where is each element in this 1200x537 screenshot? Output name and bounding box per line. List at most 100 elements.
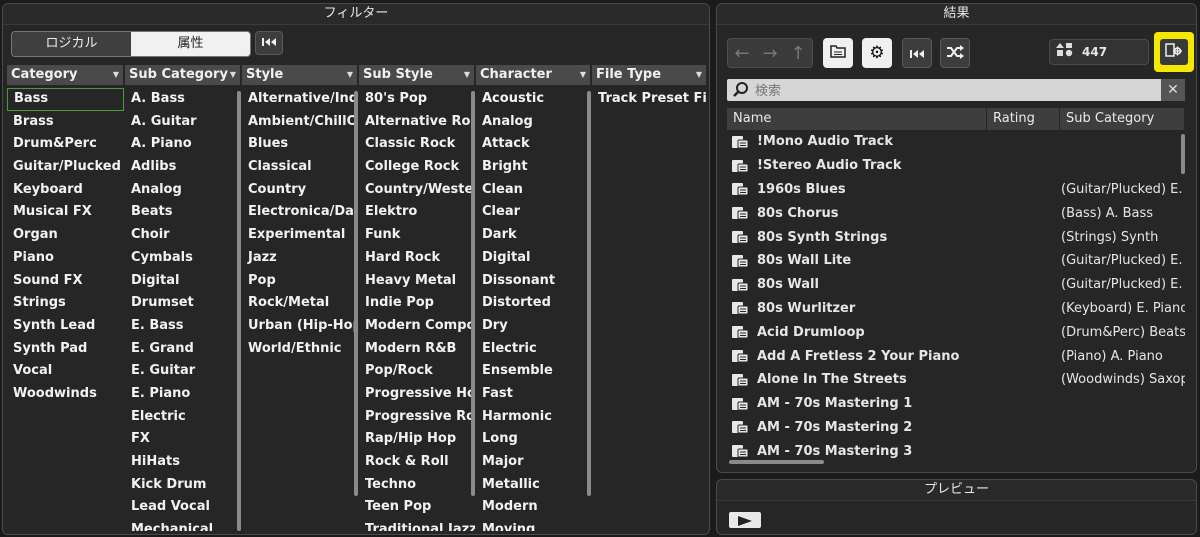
results-horizontal-scrollbar[interactable] (729, 460, 824, 464)
filter-column-header[interactable]: Sub Style ▼ (359, 65, 475, 85)
filter-item[interactable]: E. Guitar (125, 360, 241, 383)
filter-item[interactable]: Long (476, 428, 591, 451)
filter-item[interactable]: Country (242, 179, 358, 202)
filter-item[interactable]: Keyboard (7, 179, 124, 202)
filter-item[interactable]: Modern (476, 496, 591, 519)
filter-item[interactable]: Pop (242, 270, 358, 293)
table-row[interactable]: 80s Synth Strings (Strings) Synth (727, 225, 1185, 249)
filter-item[interactable]: Experimental (242, 224, 358, 247)
filter-item[interactable]: Strings (7, 292, 124, 315)
filter-item[interactable]: Alternative/Indie (242, 88, 358, 111)
filter-item[interactable]: Adlibs (125, 156, 241, 179)
table-row[interactable]: 80s Chorus (Bass) A. Bass (727, 201, 1185, 225)
table-row[interactable]: !Mono Audio Track (727, 130, 1185, 154)
forward-arrow-icon[interactable]: → (756, 43, 784, 64)
filter-item[interactable]: Lead Vocal (125, 496, 241, 519)
filter-item[interactable]: Jazz (242, 247, 358, 270)
filter-item[interactable]: Digital (125, 270, 241, 293)
table-row[interactable]: 80s Wurlitzer (Keyboard) E. Piano (727, 297, 1185, 321)
table-row[interactable]: 1960s Blues (Guitar/Plucked) E. Guitar (727, 178, 1185, 202)
filter-column-scrollbar[interactable] (237, 91, 241, 531)
table-row[interactable]: 80s Wall Lite (Guitar/Plucked) E. Guitar (727, 249, 1185, 273)
filter-item[interactable]: Guitar/Plucked (7, 156, 124, 179)
filter-item[interactable]: Modern R&B (359, 338, 475, 361)
table-row[interactable]: 80s Wall (Guitar/Plucked) E. Guitar (727, 273, 1185, 297)
filter-item[interactable]: Bright (476, 156, 591, 179)
table-row[interactable]: AM - 70s Mastering 2 (727, 416, 1185, 440)
table-row[interactable]: Alone In The Streets (Woodwinds) Saxophon… (727, 368, 1185, 392)
results-vertical-scrollbar[interactable] (1181, 134, 1185, 174)
search-input[interactable] (753, 80, 1157, 102)
filter-item[interactable]: Progressive House (359, 383, 475, 406)
filter-item[interactable]: Blues (242, 133, 358, 156)
filter-item[interactable]: Electric (125, 406, 241, 429)
filter-item[interactable]: Analog (125, 179, 241, 202)
filter-item[interactable]: Track Preset File (592, 88, 707, 111)
filter-item[interactable]: Dark (476, 224, 591, 247)
dropdown-arrow-icon[interactable]: ▼ (230, 65, 236, 85)
filter-item[interactable]: Country/Western (359, 179, 475, 202)
up-arrow-icon[interactable]: ↑ (784, 43, 812, 64)
filter-item[interactable]: Synth Pad (7, 338, 124, 361)
filter-column-scrollbar[interactable] (587, 91, 591, 496)
filter-item[interactable]: Clean (476, 179, 591, 202)
filter-column-header[interactable]: Sub Category ▼ (125, 65, 241, 85)
column-settings-button[interactable] (1160, 39, 1188, 65)
filter-item[interactable]: Pop/Rock (359, 360, 475, 383)
filter-item[interactable]: Analog (476, 111, 591, 134)
filter-item[interactable]: Distorted (476, 292, 591, 315)
filter-item[interactable]: Harmonic (476, 406, 591, 429)
filter-item[interactable]: Teen Pop (359, 496, 475, 519)
filter-item[interactable]: Indie Pop (359, 292, 475, 315)
filter-item[interactable]: Bass (7, 88, 124, 111)
filter-item[interactable]: A. Piano (125, 133, 241, 156)
preview-play-button[interactable] (729, 512, 761, 528)
dropdown-arrow-icon[interactable]: ▼ (696, 65, 702, 85)
filter-item[interactable]: Classic Rock (359, 133, 475, 156)
filter-item[interactable]: Electronica/Dance (242, 201, 358, 224)
filter-item[interactable]: Musical FX (7, 201, 124, 224)
filter-item[interactable]: Dry (476, 315, 591, 338)
filter-item[interactable]: Rock & Roll (359, 451, 475, 474)
filter-item[interactable]: Electric (476, 338, 591, 361)
filter-column-scrollbar[interactable] (471, 91, 475, 496)
clear-search-button[interactable]: ✕ (1161, 79, 1185, 101)
filter-item[interactable]: Dissonant (476, 270, 591, 293)
filter-item[interactable]: Mechanical (125, 519, 241, 531)
filter-item[interactable]: Alternative Rock (359, 111, 475, 134)
filter-item[interactable]: A. Bass (125, 88, 241, 111)
filter-item[interactable]: Ensemble (476, 360, 591, 383)
filter-item[interactable]: Fast (476, 383, 591, 406)
dropdown-arrow-icon[interactable]: ▼ (580, 65, 586, 85)
filter-item[interactable]: Digital (476, 247, 591, 270)
filter-item[interactable]: Beats (125, 201, 241, 224)
filter-column-header[interactable]: Character ▼ (476, 65, 591, 85)
attribute-mode-button[interactable]: 属性 (131, 32, 250, 56)
dropdown-arrow-icon[interactable]: ▼ (464, 65, 470, 85)
table-row[interactable]: Add A Fretless 2 Your Piano (Piano) A. Pi… (727, 344, 1185, 368)
filter-item[interactable]: Ambient/ChillOut (242, 111, 358, 134)
show-folders-button[interactable] (823, 38, 853, 68)
filter-item[interactable]: Clear (476, 201, 591, 224)
filter-item[interactable]: Major (476, 451, 591, 474)
filter-item[interactable]: Funk (359, 224, 475, 247)
filter-item[interactable]: Urban (Hip-Hop / R&B) (242, 315, 358, 338)
filter-column-header[interactable]: File Type ▼ (592, 65, 707, 85)
filter-item[interactable]: E. Grand (125, 338, 241, 361)
settings-button[interactable]: ⚙ (862, 38, 892, 68)
filter-item[interactable]: College Rock (359, 156, 475, 179)
filter-item[interactable]: Attack (476, 133, 591, 156)
filter-item[interactable]: Cymbals (125, 247, 241, 270)
shuffle-button[interactable] (940, 38, 970, 68)
filter-item[interactable]: Drumset (125, 292, 241, 315)
dropdown-arrow-icon[interactable]: ▼ (347, 65, 353, 85)
filter-item[interactable]: Drum&Perc (7, 133, 124, 156)
column-header-name[interactable]: Name (727, 108, 987, 130)
filter-item[interactable]: Synth Lead (7, 315, 124, 338)
table-row[interactable]: !Stereo Audio Track (727, 154, 1185, 178)
filter-item[interactable]: E. Piano (125, 383, 241, 406)
filter-item[interactable]: Sound FX (7, 270, 124, 293)
filter-item[interactable]: Vocal (7, 360, 124, 383)
filter-column-header[interactable]: Category ▼ (7, 65, 124, 85)
filter-item[interactable]: Techno (359, 474, 475, 497)
